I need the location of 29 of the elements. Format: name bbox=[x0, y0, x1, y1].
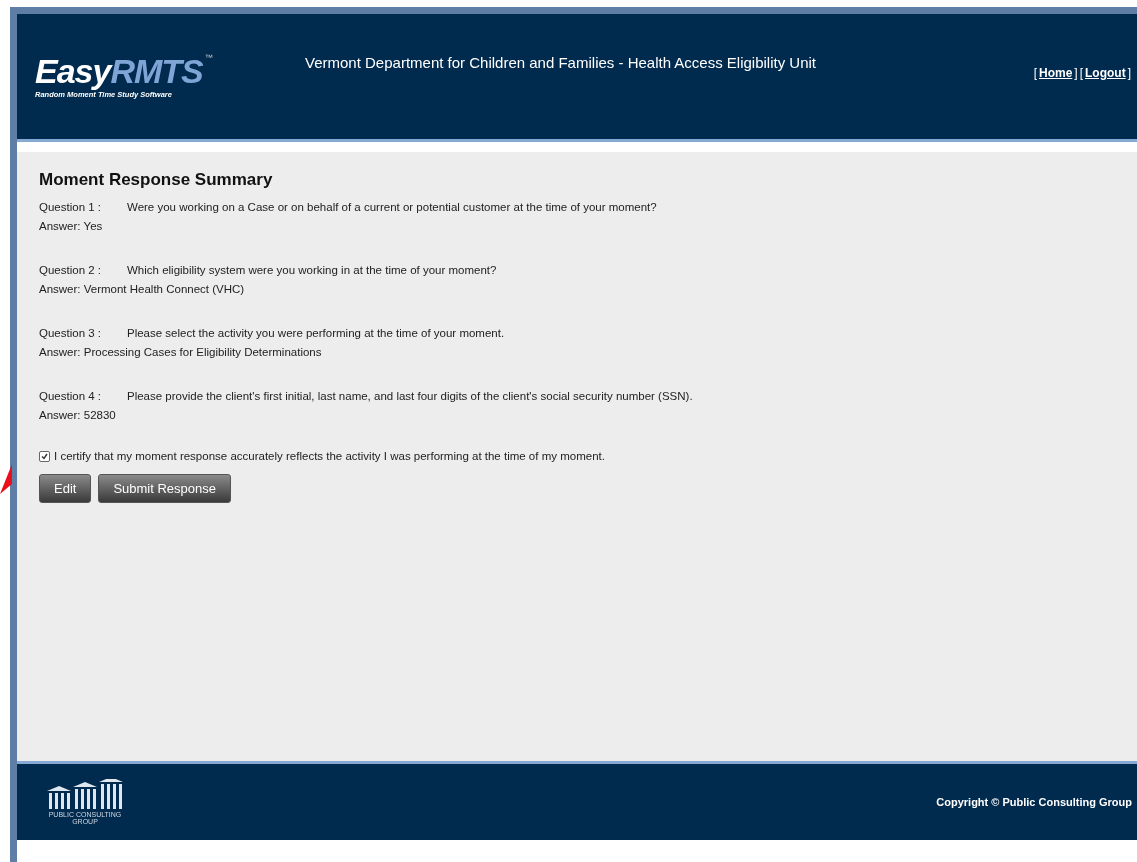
question-text: Please provide the client's first initial, last name, and last four digits of the client's social security number (SSN). bbox=[127, 389, 693, 404]
certify-checkbox[interactable] bbox=[39, 450, 50, 462]
answer-text: Answer: Vermont Health Connect (VHC) bbox=[39, 283, 245, 295]
copyright-text: Copyright © Public Consulting Group bbox=[936, 796, 1132, 808]
question-label: Question 4 : bbox=[39, 389, 102, 404]
question-text: Which eligibility system were you working in at the time of your moment? bbox=[127, 263, 497, 278]
answer-text: Answer: Processing Cases for Eligibility Determinations bbox=[39, 346, 322, 358]
bracket: ] bbox=[1127, 66, 1131, 80]
question-label: Question 1 : bbox=[39, 200, 102, 215]
edit-button[interactable]: Edit bbox=[39, 474, 92, 503]
certify-label: I certify that my moment response accurately reflects the activity I was performing at the time of my moment. bbox=[54, 450, 605, 462]
bracket: [ bbox=[1079, 66, 1083, 80]
columns-icon bbox=[45, 779, 125, 811]
question-text: Were you working on a Case or on behalf of a current or potential customer at the time of your moment? bbox=[127, 200, 657, 215]
nav-link[interactable]: Home bbox=[1038, 66, 1073, 80]
nav-link[interactable]: Logout bbox=[1085, 66, 1126, 80]
submit-button[interactable]: Submit Response bbox=[98, 474, 232, 503]
question-label: Question 2 : bbox=[39, 263, 102, 278]
answer-text: Answer: 52830 bbox=[39, 409, 116, 421]
logo-text: RMTS bbox=[110, 54, 203, 88]
answer-text: Answer: Yes bbox=[39, 220, 103, 232]
bracket: ] bbox=[1074, 66, 1078, 80]
trademark: ™ bbox=[204, 54, 212, 62]
header-title: Vermont Department for Children and Families - Health Access Eligibility Unit bbox=[305, 54, 818, 71]
question-label: Question 3 : bbox=[39, 326, 102, 341]
page-heading: Moment Response Summary bbox=[39, 170, 274, 190]
bracket: [ bbox=[1033, 66, 1037, 80]
question-text: Please select the activity you were performing at the time of your moment. bbox=[127, 326, 505, 341]
logo-text: Easy bbox=[35, 54, 111, 88]
